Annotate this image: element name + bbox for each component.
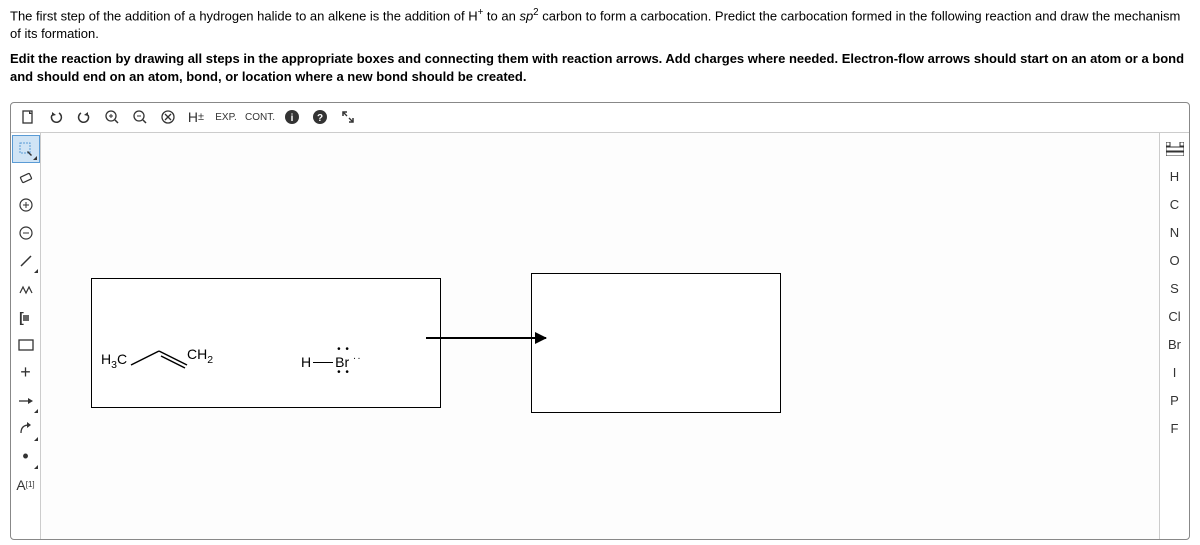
delete-icon[interactable] [155,105,181,129]
element-cl-button[interactable]: Cl [1161,303,1189,331]
periodic-table-icon[interactable] [1161,135,1189,163]
text: A [16,477,25,493]
product-box[interactable] [531,273,781,413]
redo-icon[interactable] [71,105,97,129]
zoom-out-icon[interactable] [127,105,153,129]
undo-icon[interactable] [43,105,69,129]
text: H [188,109,198,125]
eraser-tool[interactable] [12,163,40,191]
fullscreen-icon[interactable] [335,105,361,129]
element-o-button[interactable]: O [1161,247,1189,275]
expand-button[interactable]: EXP. [211,105,241,129]
rectangle-tool[interactable] [12,331,40,359]
text: to an [483,8,519,23]
right-toolbar: H C N O S Cl Br I P F [1159,133,1189,539]
minus-charge-tool[interactable] [12,219,40,247]
reaction-arrow[interactable] [426,337,546,339]
element-h-button[interactable]: H [1161,163,1189,191]
left-toolbar: [ + • A[1] [11,133,41,539]
reactant-box[interactable] [91,278,441,408]
text: Edit the reaction by drawing all steps i… [10,51,1184,84]
molecule-h3c[interactable]: H3C [101,351,127,371]
toolbar-top: H± EXP. CONT. i ? [11,103,1189,133]
text: CH2 [187,346,213,362]
atom-label-tool[interactable]: A[1] [12,471,40,499]
molecule-ch2[interactable]: CH2 [187,346,213,366]
editor-frame: H± EXP. CONT. i ? [10,102,1190,540]
reaction-arrow-tool[interactable] [12,387,40,415]
instruction-p1: The first step of the addition of a hydr… [10,6,1190,42]
text: H3C [101,351,127,367]
chain-tool[interactable] [12,275,40,303]
element-n-button[interactable]: N [1161,219,1189,247]
element-br-button[interactable]: Br [1161,331,1189,359]
zoom-in-icon[interactable] [99,105,125,129]
element-p-button[interactable]: P [1161,387,1189,415]
text: H [301,354,311,370]
text: CONT. [245,112,275,123]
plus-tool[interactable]: + [12,359,40,387]
curved-arrow-tool[interactable] [12,415,40,443]
plus-charge-tool[interactable] [12,191,40,219]
text: sp [519,8,533,23]
element-s-button[interactable]: S [1161,275,1189,303]
new-file-icon[interactable] [15,105,41,129]
element-c-button[interactable]: C [1161,191,1189,219]
text: H [468,8,477,23]
text: ± [198,111,204,123]
molecule-hbr[interactable]: H• •Br: • • [301,354,349,370]
select-tool[interactable] [12,135,40,163]
bracket-tool[interactable]: [ [12,303,40,331]
text: [1] [26,480,35,489]
molecule-propene-bonds[interactable] [131,351,181,369]
text: EXP. [215,112,237,123]
info-icon[interactable]: i [279,105,305,129]
help-icon[interactable]: ? [307,105,333,129]
single-bond-tool[interactable] [12,247,40,275]
svg-text:i: i [291,113,294,124]
element-i-button[interactable]: I [1161,359,1189,387]
instruction-p2: Edit the reaction by drawing all steps i… [10,50,1190,85]
hydrogen-toggle-button[interactable]: H± [183,105,209,129]
lone-pair-tool[interactable]: • [12,443,40,471]
contract-button[interactable]: CONT. [243,105,277,129]
svg-text:?: ? [317,113,323,124]
text: The first step of the addition of a hydr… [10,8,468,23]
element-f-button[interactable]: F [1161,415,1189,443]
drawing-canvas[interactable]: H3C CH2 H• •Br: • • [41,133,1159,539]
